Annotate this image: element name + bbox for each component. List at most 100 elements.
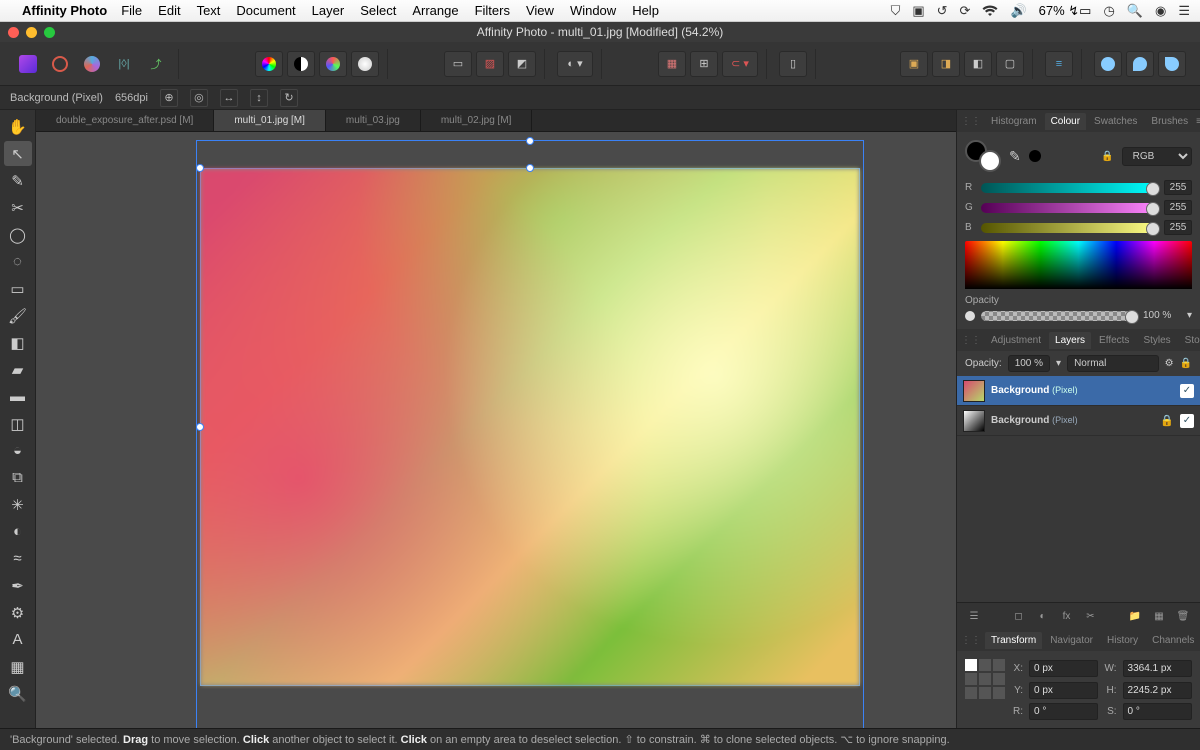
menu-window[interactable]: Window xyxy=(570,3,616,18)
panel-tab-colour[interactable]: Colour xyxy=(1045,113,1086,130)
menu-arrange[interactable]: Arrange xyxy=(412,3,458,18)
transform-s[interactable]: 0 ° xyxy=(1123,703,1192,720)
battery-status[interactable]: 67% ↯▭ xyxy=(1039,3,1092,19)
tool-selection-brush[interactable]: ◯ xyxy=(4,222,32,247)
app-name[interactable]: Affinity Photo xyxy=(22,3,107,18)
transform-anchor[interactable] xyxy=(965,659,1005,699)
layer-settings-icon[interactable]: ⚙ xyxy=(1165,358,1174,369)
live-adjust-2[interactable] xyxy=(1126,51,1154,77)
layer-row[interactable]: Background (Pixel)🔒✓ xyxy=(957,406,1200,436)
colour-b-value[interactable]: 255 xyxy=(1164,220,1192,235)
trash-icon[interactable]: 🗑 xyxy=(1174,607,1192,625)
menu-text[interactable]: Text xyxy=(197,3,221,18)
layers-stack-icon[interactable]: ☰ xyxy=(965,607,983,625)
colour-mode-select[interactable]: RGB xyxy=(1122,147,1192,166)
quickmask-button[interactable]: ◐ ▾ xyxy=(557,51,593,77)
tool-move[interactable]: ↖ xyxy=(4,141,32,166)
panel-tab-layers[interactable]: Layers xyxy=(1049,332,1091,349)
context-rotate-icon[interactable]: ↻ xyxy=(280,89,298,107)
panel-tab-stock[interactable]: Stock xyxy=(1179,332,1200,349)
panel-tab-transform[interactable]: Transform xyxy=(985,632,1042,649)
history-icon[interactable]: ↺ xyxy=(937,3,948,19)
panel-tab-adjustment[interactable]: Adjustment xyxy=(985,332,1047,349)
context-dist-h-icon[interactable]: ↔ xyxy=(220,89,238,107)
tool-marquee[interactable]: ▭ xyxy=(4,276,32,301)
arrange-backward-button[interactable]: ◧ xyxy=(964,51,992,77)
tool-fill[interactable]: ▰ xyxy=(4,357,32,382)
sync-icon[interactable]: ⟳ xyxy=(960,3,971,19)
tool-smudge[interactable]: ≈ xyxy=(4,546,32,571)
selection-invert-button[interactable]: ▨ xyxy=(476,51,504,77)
tool-inpaint[interactable]: ✳ xyxy=(4,492,32,517)
colour-r-value[interactable]: 255 xyxy=(1164,180,1192,195)
menu-edit[interactable]: Edit xyxy=(158,3,180,18)
panel-tab-effects[interactable]: Effects xyxy=(1093,332,1135,349)
tool-paint-brush[interactable]: 🖌 xyxy=(4,303,32,328)
panel-tab-navigator[interactable]: Navigator xyxy=(1044,632,1099,649)
menu-select[interactable]: Select xyxy=(360,3,396,18)
colour-g-value[interactable]: 255 xyxy=(1164,200,1192,215)
transform-h[interactable]: 2245.2 px xyxy=(1123,682,1192,699)
visibility-checkbox[interactable]: ✓ xyxy=(1180,414,1194,428)
tool-gradient[interactable]: ▬ xyxy=(4,384,32,409)
opacity-slider-handle[interactable] xyxy=(965,311,975,321)
grid-button[interactable]: ▦ xyxy=(658,51,686,77)
selection-refine-button[interactable]: ◩ xyxy=(508,51,536,77)
tool-hand[interactable]: ✋ xyxy=(4,114,32,139)
box-icon[interactable]: ▣ xyxy=(912,3,924,19)
wifi-icon[interactable] xyxy=(982,5,998,17)
layer-opacity-value[interactable]: 100 % xyxy=(1008,355,1050,372)
auto-wb-button[interactable] xyxy=(351,51,379,77)
tool-grid[interactable]: ▦ xyxy=(4,654,32,679)
liquify-persona[interactable] xyxy=(46,51,74,77)
blend-mode-select[interactable]: Normal xyxy=(1067,355,1159,372)
tool-flood-select[interactable]: ◌ xyxy=(4,249,32,274)
tool-erase[interactable]: ◫ xyxy=(4,411,32,436)
context-eye-icon[interactable]: ◎ xyxy=(190,89,208,107)
doc-tab[interactable]: multi_01.jpg [M] xyxy=(214,110,326,131)
panel-tab-history[interactable]: History xyxy=(1101,632,1144,649)
tool-sponge[interactable]: ◒ xyxy=(4,438,32,463)
layer-row[interactable]: Background (Pixel)✓ xyxy=(957,376,1200,406)
crop-icon[interactable]: ✂ xyxy=(1082,607,1100,625)
doc-tab[interactable]: multi_03.jpg xyxy=(326,110,421,131)
auto-contrast-button[interactable] xyxy=(287,51,315,77)
swap-colour-icon[interactable] xyxy=(1029,150,1041,162)
tool-zoom[interactable]: 🔍 xyxy=(4,681,32,706)
live-adjust-1[interactable] xyxy=(1094,51,1122,77)
mask-icon[interactable]: ◻ xyxy=(1010,607,1028,625)
visibility-checkbox[interactable]: ✓ xyxy=(1180,384,1194,398)
arrange-front-button[interactable]: ▣ xyxy=(900,51,928,77)
colour-wells[interactable] xyxy=(965,140,1001,172)
panel-tab-swatches[interactable]: Swatches xyxy=(1088,113,1143,130)
auto-levels-button[interactable] xyxy=(255,51,283,77)
panel-tab-channels[interactable]: Channels xyxy=(1146,632,1200,649)
lock-icon[interactable]: 🔒 xyxy=(1160,414,1174,427)
tonemap-persona[interactable]: |◊| xyxy=(110,51,138,77)
transform-y[interactable]: 0 px xyxy=(1029,682,1098,699)
shield-icon[interactable]: ⛉ xyxy=(891,3,901,19)
panel-tab-histogram[interactable]: Histogram xyxy=(985,113,1043,130)
fx-icon[interactable]: fx xyxy=(1058,607,1076,625)
tool-dodge[interactable]: ◐ xyxy=(4,519,32,544)
transform-w[interactable]: 3364.1 px xyxy=(1123,660,1192,677)
tool-gear[interactable]: ⚙ xyxy=(4,600,32,625)
transform-r[interactable]: 0 ° xyxy=(1029,703,1098,720)
arrange-forward-button[interactable]: ◨ xyxy=(932,51,960,77)
context-dist-v-icon[interactable]: ↕ xyxy=(250,89,268,107)
tool-crop[interactable]: ✂ xyxy=(4,195,32,220)
opacity-dropdown[interactable]: ▾ xyxy=(1187,310,1192,321)
control-center-icon[interactable]: ◉ xyxy=(1155,3,1166,19)
eyedropper-icon[interactable]: ✎ xyxy=(1009,148,1021,165)
develop-persona[interactable] xyxy=(78,51,106,77)
arrange-back-button[interactable]: ▢ xyxy=(996,51,1024,77)
canvas[interactable] xyxy=(36,132,956,728)
snap-button[interactable]: ⊂ ▾ xyxy=(722,51,758,77)
panel-tab-brushes[interactable]: Brushes xyxy=(1145,113,1194,130)
clock-icon[interactable]: ◷ xyxy=(1103,3,1114,19)
menu-filters[interactable]: Filters xyxy=(475,3,510,18)
export-persona[interactable]: ⤴ xyxy=(142,51,170,77)
panel-tab-styles[interactable]: Styles xyxy=(1137,332,1176,349)
context-target-icon[interactable]: ⊕ xyxy=(160,89,178,107)
colour-spectrum[interactable] xyxy=(965,241,1192,289)
